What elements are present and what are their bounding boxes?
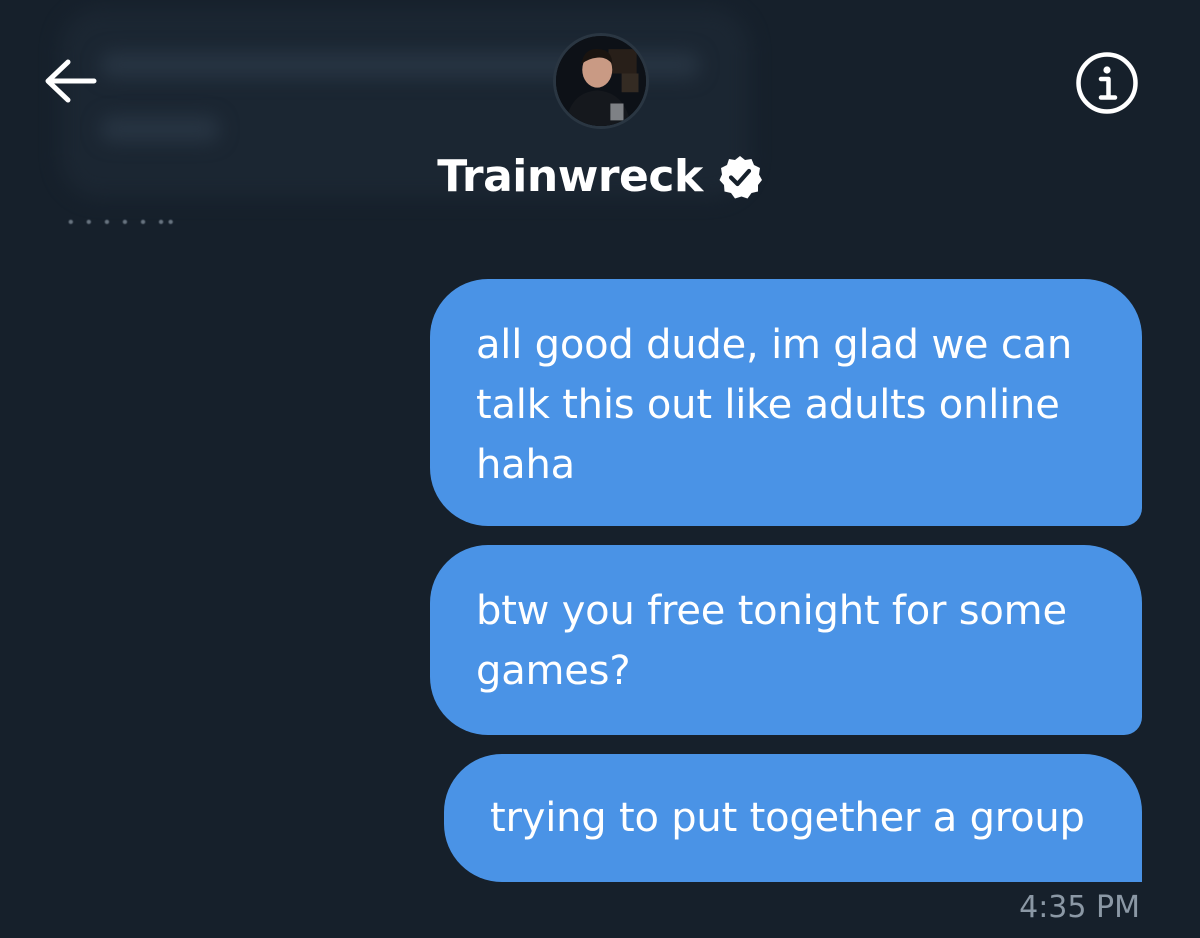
blurred-text-line xyxy=(100,116,220,142)
back-button[interactable] xyxy=(40,54,100,108)
avatar[interactable] xyxy=(553,33,649,129)
avatar-photo-icon xyxy=(556,36,646,126)
conversation-info-button[interactable] xyxy=(1075,51,1139,115)
message-timestamp: 4:35 PM xyxy=(1019,890,1140,925)
verified-badge-icon xyxy=(717,154,763,200)
dm-conversation-screen: • • • • • •• Trainwreck all good dude, i… xyxy=(0,0,1200,938)
sent-message-bubble[interactable]: all good dude, im glad we can talk this … xyxy=(430,279,1142,526)
sent-message-bubble[interactable]: btw you free tonight for some games? xyxy=(430,545,1142,735)
contact-name[interactable]: Trainwreck xyxy=(437,151,703,202)
conversation-header: Trainwreck xyxy=(0,146,1200,206)
blurred-meta-line: • • • • • •• xyxy=(68,214,178,231)
arrow-left-icon xyxy=(45,59,97,103)
info-icon xyxy=(1076,52,1138,114)
sent-message-bubble[interactable]: trying to put together a group xyxy=(444,754,1142,882)
